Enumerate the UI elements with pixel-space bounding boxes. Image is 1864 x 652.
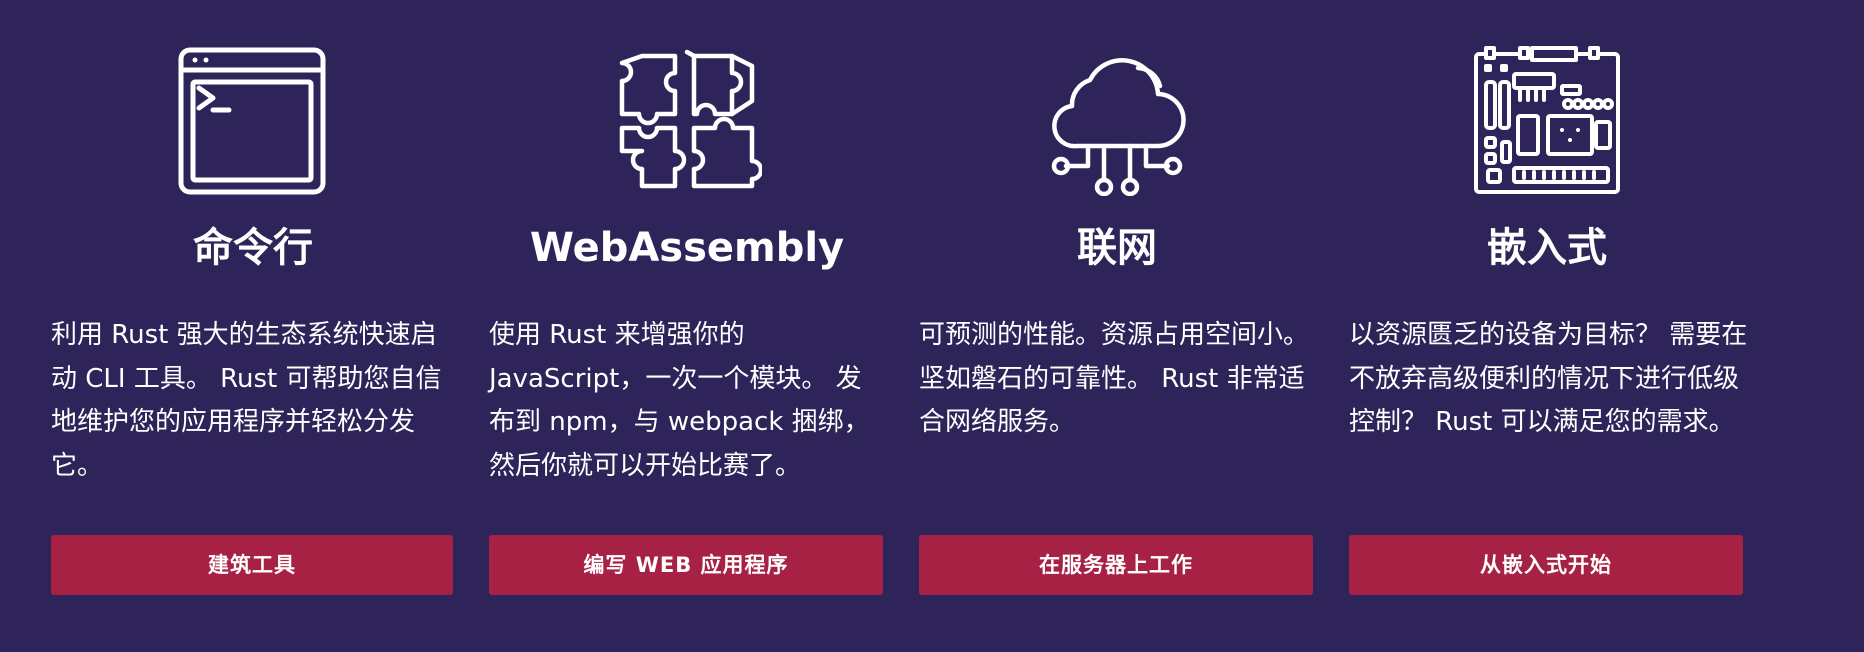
feature-description: 使用 Rust 来增强你的 JavaScript，一次一个模块。 发布到 npm… [489, 320, 870, 481]
feature-title: 联网 [1077, 225, 1157, 271]
write-web-apps-button[interactable]: 编写 WEB 应用程序 [489, 535, 883, 595]
work-on-servers-button[interactable]: 在服务器上工作 [919, 535, 1313, 595]
feature-embedded: 嵌入式 以资源匮乏的设备为目标？ 需要在不放弃高级便利的情况下进行低级控制？ R… [1335, 0, 1805, 652]
cloud-network-icon [1042, 46, 1192, 196]
feature-title: WebAssembly [529, 225, 845, 271]
feature-webassembly: WebAssembly 使用 Rust 来增强你的 JavaScript，一次一… [465, 0, 905, 652]
build-tools-button[interactable]: 建筑工具 [51, 535, 453, 595]
circuit-board-icon [1472, 46, 1622, 196]
feature-networking: 联网 可预测的性能。资源占用空间小。坚如磐石的可靠性。 Rust 非常适合网络服… [905, 0, 1335, 652]
feature-title: 命令行 [193, 225, 313, 271]
feature-title: 嵌入式 [1487, 225, 1607, 271]
get-started-embedded-button[interactable]: 从嵌入式开始 [1349, 535, 1743, 595]
feature-description: 利用 Rust 强大的生态系统快速启动 CLI 工具。 Rust 可帮助您自信地… [51, 320, 442, 481]
terminal-window-icon [177, 46, 327, 196]
feature-command-line: 命令行 利用 Rust 强大的生态系统快速启动 CLI 工具。 Rust 可帮助… [0, 0, 465, 652]
feature-description: 可预测的性能。资源占用空间小。坚如磐石的可靠性。 Rust 非常适合网络服务。 [919, 320, 1310, 438]
puzzle-pieces-icon [612, 46, 762, 196]
feature-description: 以资源匮乏的设备为目标？ 需要在不放弃高级便利的情况下进行低级控制？ Rust … [1349, 320, 1748, 438]
features-section: 命令行 利用 Rust 强大的生态系统快速启动 CLI 工具。 Rust 可帮助… [0, 0, 1864, 652]
